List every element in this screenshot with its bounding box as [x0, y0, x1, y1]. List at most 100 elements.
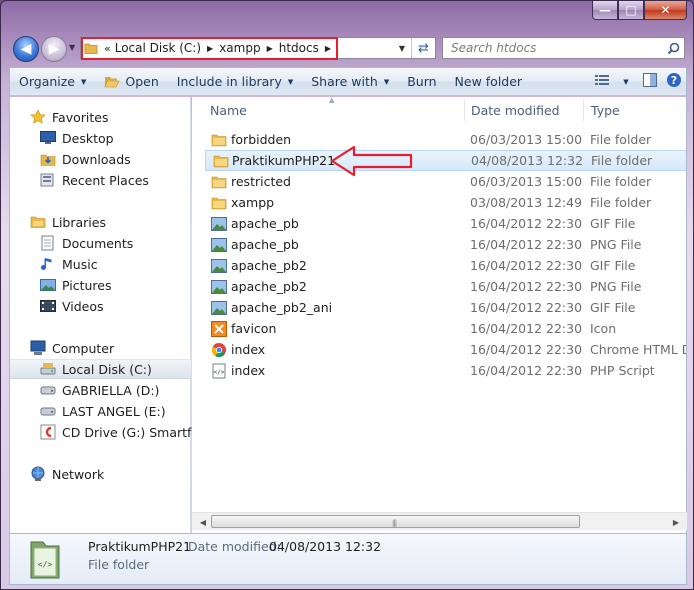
include-label: Include in library — [176, 74, 282, 89]
details-date-label: Date modified: — [188, 539, 281, 554]
image-icon — [211, 216, 227, 232]
nav-libraries[interactable]: Libraries — [10, 212, 191, 232]
nav-last-angel-e[interactable]: LAST ANGEL (E:) — [10, 401, 191, 421]
help-button[interactable]: ? — [662, 71, 686, 93]
svg-text:</>: </> — [38, 560, 53, 569]
scroll-left-button[interactable]: ◀ — [196, 516, 210, 529]
change-view-button[interactable] — [590, 71, 614, 93]
nav-recent-places[interactable]: Recent Places — [10, 170, 191, 190]
file-date: 04/08/2013 12:32 — [471, 153, 584, 168]
file-date: 16/04/2012 22:30 — [470, 321, 583, 336]
file-row[interactable]: apache_pb 16/04/2012 22:30 PNG File — [204, 234, 686, 255]
nav-network[interactable]: Network — [10, 464, 191, 484]
file-type: PNG File — [590, 279, 642, 294]
folder-icon — [213, 153, 229, 169]
file-name: apache_pb2 — [231, 258, 307, 273]
organize-button[interactable]: Organize ▼ — [10, 70, 95, 94]
burn-button[interactable]: Burn — [398, 70, 445, 94]
folder-icon — [211, 174, 227, 190]
scrollbar-grip-icon: ||| — [392, 519, 397, 527]
file-row[interactable]: apache_pb 16/04/2012 22:30 GIF File — [204, 213, 686, 234]
column-header-date-modified[interactable]: Date modified — [463, 97, 583, 123]
column-header-label: Date modified — [471, 102, 560, 118]
nav-downloads[interactable]: Downloads — [10, 149, 191, 169]
share-with-button[interactable]: Share with ▼ — [302, 70, 398, 94]
file-type: Icon — [590, 321, 617, 336]
file-type: File folder — [590, 195, 652, 210]
nav-music[interactable]: Music — [10, 254, 191, 274]
libraries-icon — [30, 214, 46, 230]
star-icon — [30, 109, 46, 125]
breadcrumb-overflow-chevron[interactable]: « — [101, 42, 114, 55]
nav-local-disk-c[interactable]: Local Disk (C:) — [10, 359, 191, 379]
nav-favorites[interactable]: Favorites — [10, 107, 191, 127]
scrollbar-thumb[interactable]: ||| — [211, 515, 580, 528]
nav-videos[interactable]: Videos — [10, 296, 191, 316]
nav-label: Recent Places — [62, 172, 149, 188]
preview-pane-icon — [643, 73, 657, 90]
folder-icon — [211, 132, 227, 148]
file-row[interactable]: restricted 06/03/2013 15:00 File folder — [204, 171, 686, 192]
address-bar[interactable]: « Local Disk (C:) ▶ xampp ▶ htdocs ▶ ▼ ⇄ — [80, 37, 436, 59]
scroll-right-button[interactable]: ▶ — [669, 516, 683, 529]
file-type: GIF File — [590, 258, 636, 273]
file-row[interactable]: apache_pb2 16/04/2012 22:30 GIF File — [204, 255, 686, 276]
recent-pages-dropdown[interactable]: ▼ — [69, 43, 75, 52]
new-folder-button[interactable]: New folder — [446, 70, 532, 94]
file-row[interactable]: apache_pb2 16/04/2012 22:30 PNG File — [204, 276, 686, 297]
column-header-label: Name — [210, 102, 247, 118]
file-type: File folder — [590, 174, 652, 189]
column-header-type[interactable]: Type — [583, 97, 686, 123]
nav-gabriella-d[interactable]: GABRIELLA (D:) — [10, 380, 191, 400]
file-row[interactable]: </> index 16/04/2012 22:30 PHP Script — [204, 360, 686, 381]
file-row-selected[interactable]: PraktikumPHP21 04/08/2013 12:32 File fol… — [205, 150, 686, 171]
preview-pane-button[interactable] — [638, 71, 662, 93]
forward-arrow-icon: ▶ — [48, 41, 60, 57]
chevron-down-icon: ▼ — [383, 77, 390, 86]
nav-label: CD Drive (G:) Smartfren — [62, 424, 212, 440]
image-icon — [211, 258, 227, 274]
nav-pictures[interactable]: Pictures — [10, 275, 191, 295]
breadcrumb-htdocs[interactable]: htdocs — [278, 41, 320, 55]
file-name: index — [231, 363, 266, 378]
downloads-icon — [40, 151, 56, 167]
file-date: 03/08/2013 12:49 — [470, 195, 583, 210]
breadcrumb-separator-icon[interactable]: ▶ — [202, 44, 218, 53]
nav-label: Pictures — [62, 277, 112, 293]
search-icon[interactable] — [662, 42, 684, 55]
refresh-button[interactable]: ⇄ — [411, 38, 435, 58]
breadcrumb-separator-icon[interactable]: ▶ — [320, 44, 336, 53]
open-folder-icon — [104, 75, 120, 89]
column-header-name[interactable]: Name — [202, 97, 464, 123]
view-options-dropdown[interactable]: ▼ — [614, 71, 638, 93]
file-row[interactable]: favicon 16/04/2012 22:30 Icon — [204, 318, 686, 339]
back-button[interactable]: ◀ — [13, 36, 39, 62]
file-row[interactable]: xampp 03/08/2013 12:49 File folder — [204, 192, 686, 213]
open-button[interactable]: Open — [95, 70, 167, 94]
maximize-button[interactable]: □ — [618, 1, 644, 20]
close-button[interactable]: ✕ — [644, 1, 687, 20]
horizontal-scrollbar[interactable]: ◀ ||| ▶ — [192, 512, 687, 530]
breadcrumb-local-disk[interactable]: Local Disk (C:) — [114, 41, 202, 55]
nav-cd-drive-g[interactable]: CD Drive (G:) Smartfren — [10, 422, 212, 442]
breadcrumb-separator-icon[interactable]: ▶ — [262, 44, 278, 53]
file-name: restricted — [231, 174, 291, 189]
file-date: 16/04/2012 22:30 — [470, 258, 583, 273]
file-row[interactable]: apache_pb2_ani 16/04/2012 22:30 GIF File — [204, 297, 686, 318]
breadcrumb-xampp[interactable]: xampp — [218, 41, 261, 55]
file-row[interactable]: index 16/04/2012 22:30 Chrome HTML Do — [204, 339, 686, 360]
include-in-library-button[interactable]: Include in library ▼ — [168, 70, 302, 94]
search-input[interactable] — [443, 39, 662, 57]
file-name: xampp — [231, 195, 275, 210]
search-box[interactable] — [442, 37, 685, 59]
nav-documents[interactable]: Documents — [10, 233, 191, 253]
chevron-down-icon: ▼ — [287, 77, 294, 86]
maximize-icon: □ — [625, 3, 637, 17]
minimize-button[interactable]: — — [592, 1, 618, 20]
forward-button[interactable]: ▶ — [41, 36, 67, 62]
address-history-dropdown[interactable]: ▼ — [394, 38, 410, 58]
nav-desktop[interactable]: Desktop — [10, 128, 191, 148]
nav-label: GABRIELLA (D:) — [62, 382, 160, 398]
file-row[interactable]: forbidden 06/03/2013 15:00 File folder — [204, 129, 686, 150]
nav-computer[interactable]: Computer — [10, 338, 191, 358]
